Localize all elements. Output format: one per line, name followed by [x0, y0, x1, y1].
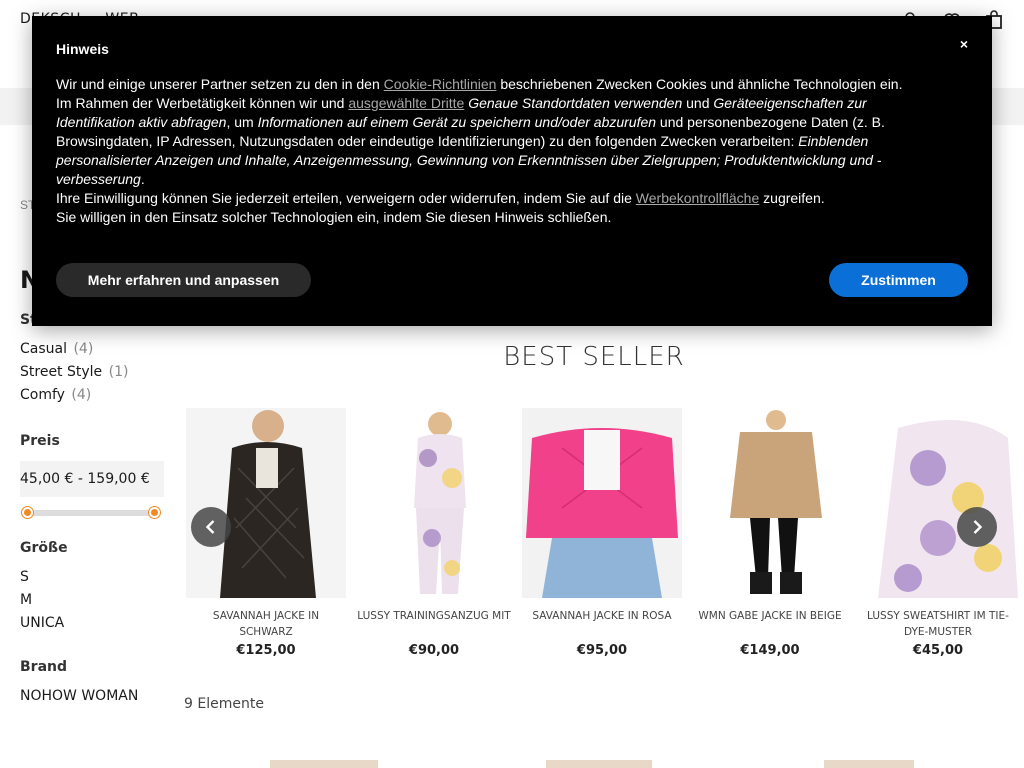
filter-option-casual[interactable]: Casual (4)	[20, 338, 166, 361]
learn-more-customize-button[interactable]: Mehr erfahren und anpassen	[56, 263, 311, 297]
price-slider[interactable]	[22, 507, 160, 518]
text-segment: Informationen auf einem Gerät zu speiche…	[257, 114, 657, 130]
filter-option-street-style[interactable]: Street Style (1)	[20, 361, 166, 384]
product-name[interactable]: WMN GABE JACKE IN BEIGE	[690, 608, 850, 640]
product-price: €90,00	[408, 643, 460, 658]
best-seller-carousel: SAVANNAH JACKE IN SCHWARZ €125,00 LUSSY …	[184, 408, 1018, 668]
text-segment: beschriebenen Zwecken Cookies und ähnlic…	[496, 76, 903, 92]
text-segment: Wir und einige unserer Partner setzen zu…	[56, 76, 384, 92]
filter-size-group: Größe S M UNICA	[20, 540, 166, 635]
ad-control-link[interactable]: Werbekontrollfläche	[636, 190, 759, 206]
filter-brand-nohow-woman[interactable]: NOHOW WOMAN	[20, 685, 166, 708]
product-image[interactable]	[522, 408, 682, 598]
product-image[interactable]	[690, 408, 850, 598]
filter-option-comfy[interactable]: Comfy (4)	[20, 384, 166, 407]
selected-third-parties-link[interactable]: ausgewählte Dritte	[348, 95, 464, 111]
product-price: €95,00	[576, 643, 628, 658]
text-segment: Ihre Einwilligung können Sie jederzeit e…	[56, 190, 636, 206]
paragraph-1: Wir und einige unserer Partner setzen zu…	[56, 75, 936, 94]
product-thumbnail-partial[interactable]	[546, 760, 652, 768]
filter-option-label: Comfy	[20, 387, 65, 403]
text-segment: Genaue Standortdaten verwenden	[468, 95, 683, 111]
dialog-title: Hinweis	[56, 41, 109, 57]
filter-brand-group: Brand NOHOW WOMAN	[20, 659, 166, 708]
product-card[interactable]: LUSSY TRAININGSANZUG MIT €90,00	[354, 408, 514, 658]
product-name[interactable]: SAVANNAH JACKE IN ROSA	[522, 608, 682, 640]
product-name[interactable]: LUSSY SWEATSHIRT IM TIE-DYE-MUSTER	[858, 608, 1018, 640]
price-slider-track	[22, 510, 160, 516]
product-image[interactable]	[354, 408, 514, 598]
filter-size-m[interactable]: M	[20, 589, 166, 612]
filter-size-unica[interactable]: UNICA	[20, 612, 166, 635]
product-price: €125,00	[236, 643, 296, 658]
filter-option-count: (4)	[71, 387, 92, 403]
filter-option-label: Street Style	[20, 364, 103, 380]
price-slider-min-handle[interactable]	[22, 507, 33, 518]
filter-title-size: Größe	[20, 540, 68, 556]
product-image[interactable]	[186, 408, 346, 598]
text-segment: .	[140, 171, 145, 187]
filter-option-label: Casual	[20, 341, 67, 357]
filter-sidebar: Sti Casual (4) Street Style (1) Comfy (4…	[20, 312, 166, 449]
product-card[interactable]: SAVANNAH JACKE IN ROSA €95,00	[522, 408, 682, 658]
text-segment: Im Rahmen der Werbetätigkeit können wir …	[56, 95, 349, 111]
filter-option-count: (1)	[108, 364, 129, 380]
text-segment: zugreifen.	[759, 190, 825, 206]
product-thumbnail-partial[interactable]	[270, 760, 378, 768]
product-thumbnail-partial[interactable]	[824, 760, 914, 768]
filter-option-count: (4)	[73, 341, 94, 357]
price-range-display: 45,00 € - 159,00 €	[20, 461, 164, 497]
paragraph-4: Sie willigen in den Einsatz solcher Tech…	[56, 209, 612, 225]
close-icon[interactable]: ×	[960, 36, 968, 52]
text-segment: , um	[226, 114, 258, 130]
chevron-left-icon	[205, 520, 215, 534]
product-name[interactable]: LUSSY TRAININGSANZUG MIT	[354, 608, 514, 640]
carousel-prev-button[interactable]	[191, 507, 231, 547]
dialog-body: Wir und einige unserer Partner setzen zu…	[56, 75, 936, 227]
cookie-consent-dialog: Hinweis × Wir und einige unserer Partner…	[32, 16, 992, 326]
filter-size-s[interactable]: S	[20, 566, 166, 589]
product-image[interactable]	[858, 408, 1018, 598]
filter-title-brand: Brand	[20, 659, 68, 675]
product-price: €149,00	[740, 643, 800, 658]
product-price: €45,00	[912, 643, 964, 658]
product-name[interactable]: SAVANNAH JACKE IN SCHWARZ	[186, 608, 346, 640]
filter-title-price: Preis	[20, 433, 60, 449]
paragraph-2: Im Rahmen der Werbetätigkeit können wir …	[56, 94, 936, 189]
carousel-next-button[interactable]	[957, 507, 997, 547]
text-segment: und	[682, 95, 714, 111]
cookie-policy-link[interactable]: Cookie-Richtlinien	[384, 76, 497, 92]
product-count: 9 Elemente	[184, 696, 264, 712]
price-slider-max-handle[interactable]	[149, 507, 160, 518]
paragraph-3: Ihre Einwilligung können Sie jederzeit e…	[56, 189, 936, 208]
product-card[interactable]: WMN GABE JACKE IN BEIGE €149,00	[690, 408, 850, 658]
chevron-right-icon	[973, 520, 983, 534]
accept-button[interactable]: Zustimmen	[829, 263, 968, 297]
best-seller-heading: BEST SELLER	[503, 342, 685, 372]
